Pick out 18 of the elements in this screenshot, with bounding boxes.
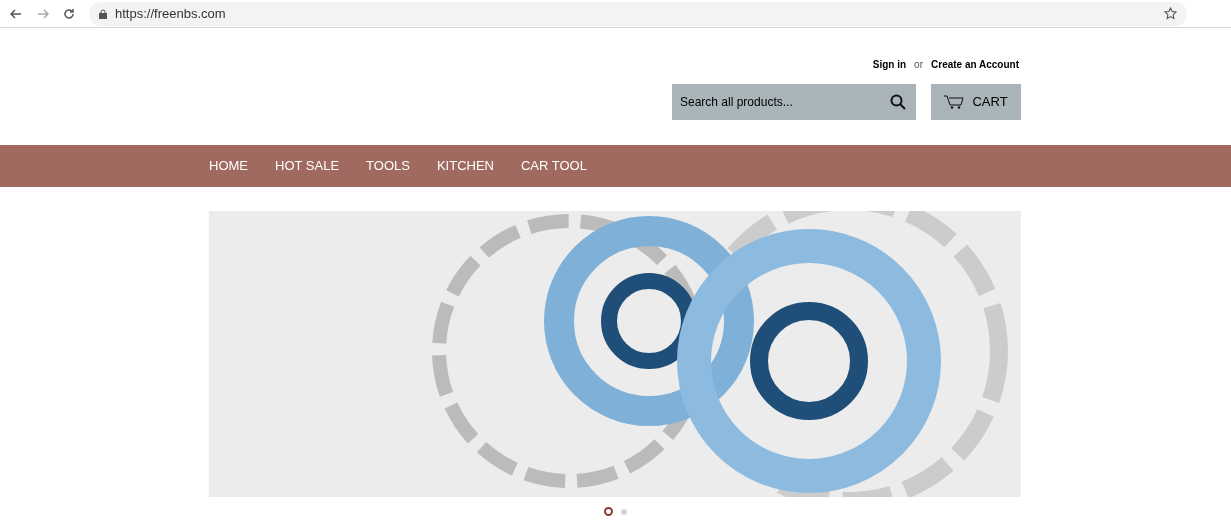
nav-link[interactable]: KITCHEN: [436, 156, 494, 176]
star-icon[interactable]: [1164, 7, 1177, 20]
lock-icon: [99, 8, 107, 19]
address-bar[interactable]: https://freenbs.com: [89, 1, 1187, 26]
nav-link[interactable]: TOOLS: [366, 156, 410, 176]
nav-link[interactable]: HOME: [209, 156, 248, 176]
reload-icon[interactable]: [63, 7, 75, 20]
cart-icon: [944, 95, 965, 109]
cart-button[interactable]: CART: [931, 84, 1021, 120]
nav-link[interactable]: CAR TOOL: [520, 156, 587, 176]
search-icon[interactable]: [890, 94, 906, 110]
sign-in-link[interactable]: Sign in: [872, 57, 907, 72]
url-text: https://freenbs.com: [115, 4, 226, 23]
nav-link[interactable]: HOT SALE: [275, 156, 340, 176]
back-icon[interactable]: [10, 7, 22, 20]
separator-text: or: [914, 58, 923, 72]
create-account-link[interactable]: Create an Account: [931, 57, 1019, 72]
search-field[interactable]: Search all products...: [672, 84, 916, 120]
